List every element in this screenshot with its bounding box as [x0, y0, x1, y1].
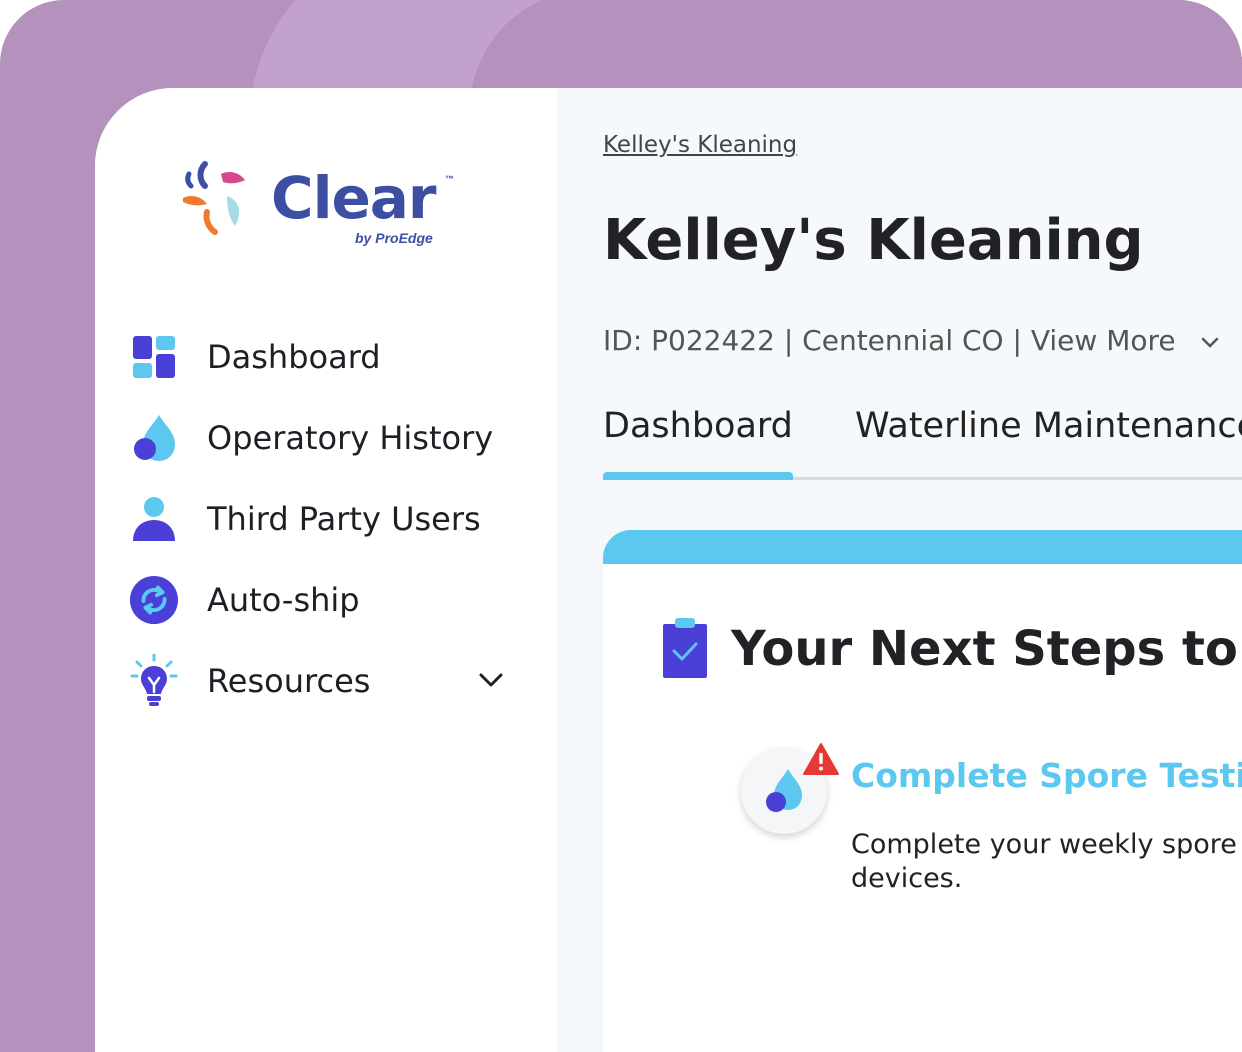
account-id: ID: P022422: [603, 324, 775, 357]
view-more-link[interactable]: View More: [1031, 324, 1176, 357]
breadcrumb[interactable]: Kelley's Kleaning: [603, 132, 797, 158]
page-title: Kelley's Kleaning: [603, 208, 1144, 273]
brand-name: Clear: [271, 164, 437, 232]
next-steps-card: Your Next Steps to Co Complete S: [603, 530, 1242, 1052]
sidebar-nav: Dashboard Operatory History Third Party …: [129, 316, 529, 721]
sidebar-item-label: Resources: [207, 661, 371, 700]
app-window: Clear ™ by ProEdge Dashboard Operatory H…: [95, 88, 1242, 1052]
account-location: Centennial CO: [802, 324, 1004, 357]
dashboard-grid-icon: [129, 332, 179, 382]
clear-logo-mark-icon: [183, 161, 245, 235]
sidebar-item-operatory-history[interactable]: Operatory History: [129, 397, 529, 478]
sidebar-item-label: Operatory History: [207, 418, 494, 457]
card-title: Your Next Steps to Co: [731, 621, 1242, 677]
sidebar-item-label: Dashboard: [207, 337, 381, 376]
lightbulb-icon: [129, 653, 179, 706]
meta-separator: |: [1003, 324, 1031, 357]
clipboard-check-icon: [663, 618, 707, 678]
tab-dashboard[interactable]: Dashboard: [603, 406, 793, 446]
tab-bar: Dashboard Waterline Maintenance: [603, 398, 1242, 480]
sidebar-item-label: Third Party Users: [207, 499, 481, 538]
next-step-item: Complete Spore Testing Complete your wee…: [741, 742, 1242, 894]
card-header: Your Next Steps to Co: [661, 618, 1242, 680]
sidebar-item-auto-ship[interactable]: Auto-ship: [129, 559, 529, 640]
trademark-symbol: ™: [445, 174, 454, 184]
background-frame: Clear ™ by ProEdge Dashboard Operatory H…: [0, 0, 1242, 1052]
active-tab-indicator: [603, 472, 793, 480]
sidebar-item-third-party-users[interactable]: Third Party Users: [129, 478, 529, 559]
sidebar-item-dashboard[interactable]: Dashboard: [129, 316, 529, 397]
brand-subtitle: by ProEdge: [355, 230, 433, 246]
chevron-down-icon[interactable]: [475, 664, 507, 696]
water-drop-icon: [766, 769, 802, 812]
tab-waterline-maintenance[interactable]: Waterline Maintenance: [855, 406, 1242, 446]
sidebar-item-label: Auto-ship: [207, 580, 360, 619]
step-description: Complete your weekly spore devices.: [851, 829, 1237, 894]
chevron-down-icon[interactable]: [1199, 331, 1221, 353]
sidebar-item-resources[interactable]: Resources: [129, 640, 529, 721]
brand-logo[interactable]: Clear ™ by ProEdge: [179, 160, 479, 250]
account-meta: ID: P022422 | Centennial CO | View More: [603, 324, 1221, 357]
step-title-link[interactable]: Complete Spore Testing: [851, 756, 1242, 795]
user-icon: [129, 494, 179, 544]
main-content: Kelley's Kleaning Kelley's Kleaning ID: …: [557, 88, 1242, 1052]
card-accent-bar: [603, 530, 1242, 564]
refresh-cycle-icon: [129, 575, 179, 625]
water-drop-icon: [129, 413, 179, 463]
sidebar: Clear ™ by ProEdge Dashboard Operatory H…: [95, 88, 557, 1052]
warning-icon: [803, 743, 839, 775]
meta-separator: |: [774, 324, 803, 357]
